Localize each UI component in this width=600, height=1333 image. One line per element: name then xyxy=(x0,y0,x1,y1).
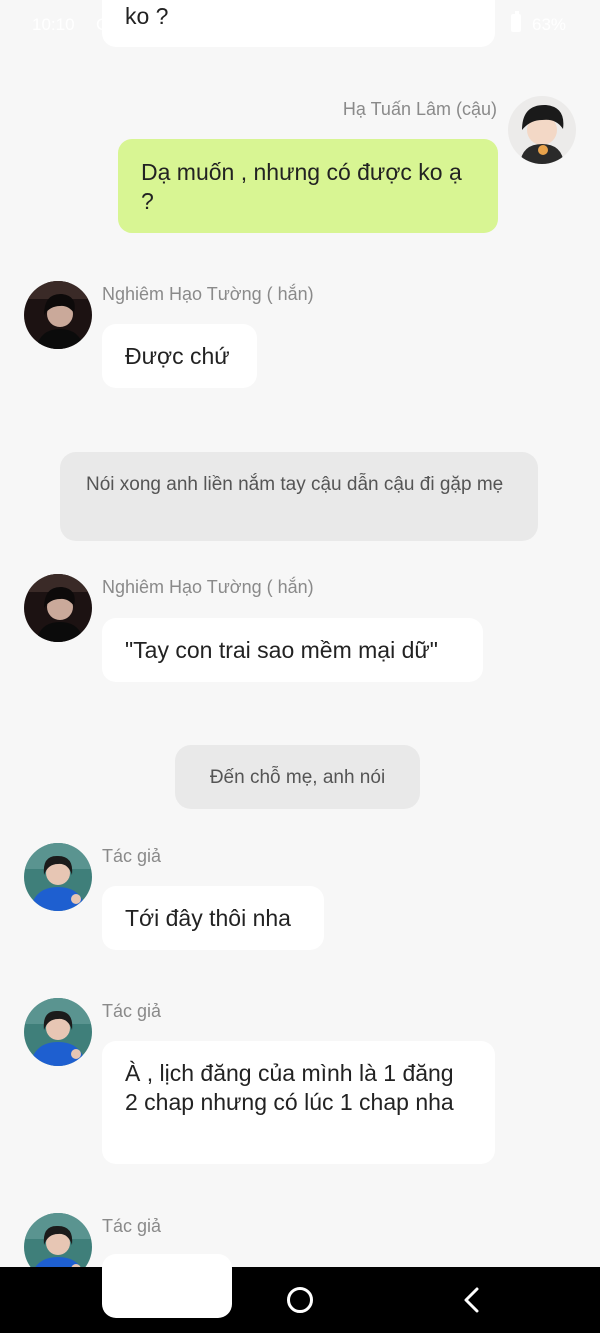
message-bubble: ko ? xyxy=(102,0,495,47)
message-bubble: Được chứ xyxy=(102,324,257,388)
avatar[interactable] xyxy=(508,96,576,164)
message-text: ko ? xyxy=(125,3,169,29)
message-bubble: "Tay con trai sao mềm mại dữ" xyxy=(102,618,483,682)
battery-level: 63% xyxy=(532,15,567,34)
avatar[interactable] xyxy=(24,998,92,1066)
message-text: "Tay con trai sao mềm mại dữ" xyxy=(125,637,438,663)
message-text: Tới đây thôi nha xyxy=(125,905,291,931)
sender-name: Tác giả xyxy=(102,1216,162,1236)
message-text: Được chứ xyxy=(125,343,230,369)
message-bubble-mine: Dạ muốn , nhưng có được ko ạ ? xyxy=(118,139,498,233)
message-bubble xyxy=(102,1254,232,1318)
message-bubble: À , lịch đăng của mình là 1 đăng 2 chap … xyxy=(102,1041,495,1164)
narration-block: Đến chỗ mẹ, anh nói xyxy=(175,745,420,809)
status-time: 10:10 xyxy=(32,15,75,34)
back-icon[interactable] xyxy=(455,1283,489,1317)
message-text: À , lịch đăng của mình là 1 đăng 2 chap … xyxy=(125,1060,454,1115)
avatar[interactable] xyxy=(24,281,92,349)
narration-block: Nói xong anh liền nắm tay cậu dẫn cậu đi… xyxy=(60,452,538,541)
sender-name: Tác giả xyxy=(102,1001,162,1021)
message-bubble: Tới đây thôi nha xyxy=(102,886,324,950)
sender-name: Tác giả xyxy=(102,846,162,866)
narration-text: Đến chỗ mẹ, anh nói xyxy=(209,767,386,788)
battery-icon xyxy=(511,11,521,32)
avatar[interactable] xyxy=(24,843,92,911)
home-icon[interactable] xyxy=(283,1283,317,1317)
sender-name: Hạ Tuấn Lâm (cậu) xyxy=(342,99,497,119)
sender-name: Nghiêm Hạo Tường ( hắn) xyxy=(102,284,314,304)
avatar[interactable] xyxy=(24,574,92,642)
narration-text: Nói xong anh liền nắm tay cậu dẫn cậu đi… xyxy=(86,474,504,495)
message-text: Dạ muốn , nhưng có được ko ạ ? xyxy=(141,159,462,214)
navigation-bar xyxy=(0,1267,600,1333)
sender-name: Nghiêm Hạo Tường ( hắn) xyxy=(102,577,314,597)
